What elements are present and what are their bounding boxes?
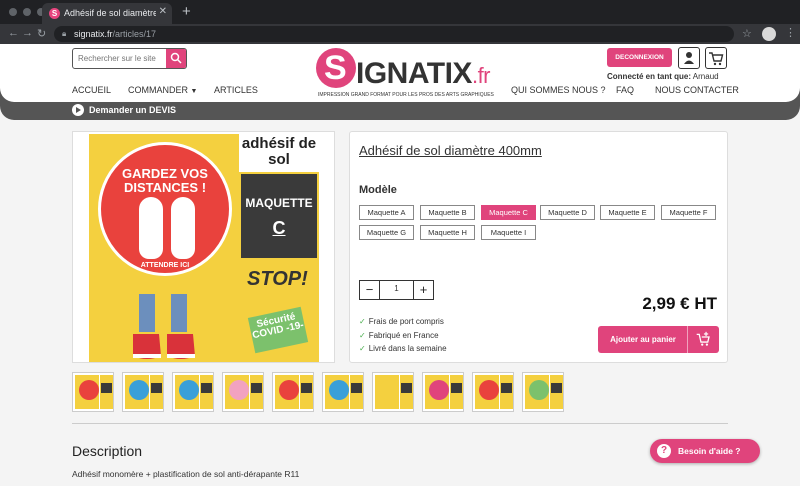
variant-option[interactable]: Maquette A: [359, 205, 414, 220]
section-divider: [72, 423, 728, 424]
question-icon: ?: [657, 444, 671, 458]
product-image-panel: GARDEZ VOS DISTANCES ! ATTENDRE ICI adhés…: [72, 131, 335, 363]
variant-option[interactable]: Maquette F: [661, 205, 716, 220]
site-header: S IGNATIX.fr IMPRESSION GRAND FORMAT POU…: [0, 44, 800, 102]
browser-tabbar: S Adhésif de sol diamètre 400mm ✕ +: [0, 0, 800, 24]
sticker-circle: GARDEZ VOS DISTANCES ! ATTENDRE ICI: [98, 142, 232, 276]
tab-close-icon[interactable]: ✕: [159, 6, 167, 17]
forward-icon[interactable]: →: [22, 27, 33, 39]
variant-option[interactable]: Maquette I: [481, 225, 536, 240]
thumbnail[interactable]: [322, 372, 364, 412]
cart-button[interactable]: [705, 47, 727, 69]
variant-option[interactable]: Maquette D: [540, 205, 595, 220]
covid-badge: Sécurité COVID -19-: [247, 306, 309, 354]
stop-logo: STOP!: [247, 268, 308, 290]
nav-qui-sommes-nous[interactable]: QUI SOMMES NOUS ?: [511, 85, 606, 95]
feature-item: ✓ Frais de port compris: [359, 317, 444, 326]
nav-faq[interactable]: FAQ: [616, 85, 634, 95]
variant-option[interactable]: Maquette B: [420, 205, 475, 220]
tab-favicon-icon: S: [49, 8, 60, 19]
thumbnail[interactable]: [172, 372, 214, 412]
model-label: Modèle: [359, 184, 397, 196]
thumbnail[interactable]: [472, 372, 514, 412]
thumbnail[interactable]: [522, 372, 564, 412]
footprint-right: [171, 197, 195, 259]
feature-item: ✓ Fabriqué en France: [359, 331, 439, 340]
thumbnail[interactable]: [122, 372, 164, 412]
address-bar[interactable]: 🔒︎ signatix.fr/articles/17: [54, 26, 734, 42]
search-button[interactable]: [166, 49, 186, 68]
quantity-input[interactable]: [380, 284, 413, 293]
product-price: 2,99 € HT: [642, 294, 717, 313]
window-controls[interactable]: [9, 8, 45, 16]
legs-illustration: [133, 294, 195, 359]
description-text: Adhésif monomère + plastification de sol…: [72, 469, 300, 479]
request-quote-link[interactable]: Demander un DEVIS: [89, 105, 176, 115]
new-tab-icon[interactable]: +: [182, 3, 191, 20]
logo-s-mark: S: [316, 48, 356, 88]
variant-option[interactable]: Maquette H: [420, 225, 475, 240]
product-title: Adhésif de sol diamètre 400mm: [359, 143, 542, 158]
quantity-stepper: − +: [359, 280, 434, 300]
profile-avatar[interactable]: [762, 27, 776, 41]
variant-option[interactable]: Maquette G: [359, 225, 414, 240]
play-icon: [72, 104, 84, 116]
cart-icon: [709, 52, 724, 66]
maquette-box: MAQUETTE C: [241, 174, 317, 258]
chevron-down-icon: ▼: [190, 88, 198, 95]
browser-tab[interactable]: S Adhésif de sol diamètre 400mm ✕: [42, 3, 172, 24]
account-button[interactable]: [678, 47, 700, 69]
thumbnail[interactable]: [272, 372, 314, 412]
nav-commander[interactable]: COMMANDER ▼: [128, 85, 197, 95]
site-logo[interactable]: S IGNATIX.fr IMPRESSION GRAND FORMAT POU…: [316, 48, 494, 98]
url-text: signatix.fr/articles/17: [74, 29, 157, 39]
logout-button[interactable]: DECONNEXION: [607, 48, 672, 67]
menu-kebab-icon[interactable]: ⋮: [785, 26, 796, 39]
nav-accueil[interactable]: ACCUEIL: [72, 85, 111, 95]
check-icon: ✓: [359, 344, 366, 353]
feature-item: ✓ Livré dans la semaine: [359, 344, 447, 353]
connected-status: Connecté en tant que: Arnaud: [607, 72, 719, 81]
lock-icon: 🔒︎: [62, 29, 67, 38]
footprint-left: [139, 197, 163, 259]
search-box: [72, 48, 187, 69]
variant-option[interactable]: Maquette E: [600, 205, 655, 220]
user-icon: [684, 52, 694, 64]
side-label-title: adhésif de sol: [239, 134, 319, 172]
help-button[interactable]: ? Besoin d'aide ?: [650, 439, 760, 463]
sticker-headline: GARDEZ VOS DISTANCES !: [122, 166, 208, 195]
back-icon[interactable]: ←: [8, 27, 19, 39]
product-main-image: GARDEZ VOS DISTANCES ! ATTENDRE ICI: [89, 134, 239, 362]
product-side-label: adhésif de sol MAQUETTE C STOP! Sécurité…: [239, 134, 319, 362]
thumbnail[interactable]: [422, 372, 464, 412]
nav-articles[interactable]: ARTICLES: [214, 85, 258, 95]
quantity-increase-button[interactable]: +: [413, 281, 433, 299]
quantity-decrease-button[interactable]: −: [360, 281, 380, 299]
tab-title: Adhésif de sol diamètre 400mm: [64, 8, 156, 18]
cart-add-icon: [696, 331, 710, 346]
search-input[interactable]: [78, 54, 166, 63]
variant-option-selected[interactable]: Maquette C: [481, 205, 536, 220]
logo-text: IGNATIX.fr: [356, 57, 491, 90]
reload-icon[interactable]: ↻: [37, 27, 46, 40]
thumbnail[interactable]: [72, 372, 114, 412]
browser-toolbar: ← → ↻ 🔒︎ signatix.fr/articles/17 ☆ ⋮: [0, 24, 800, 44]
search-icon: [170, 52, 182, 64]
logo-tagline: IMPRESSION GRAND FORMAT POUR LES PROS DE…: [318, 92, 494, 98]
description-title: Description: [72, 443, 143, 459]
nav-contact[interactable]: NOUS CONTACTER: [655, 85, 739, 95]
check-icon: ✓: [359, 331, 366, 340]
thumbnail[interactable]: [372, 372, 414, 412]
bookmark-star-icon[interactable]: ☆: [742, 27, 752, 40]
add-to-cart-button[interactable]: Ajouter au panier: [598, 326, 719, 353]
check-icon: ✓: [359, 317, 366, 326]
product-detail-panel: Adhésif de sol diamètre 400mm Modèle Maq…: [349, 131, 728, 363]
sticker-subline: ATTENDRE ICI: [140, 262, 190, 269]
thumbnail[interactable]: [222, 372, 264, 412]
